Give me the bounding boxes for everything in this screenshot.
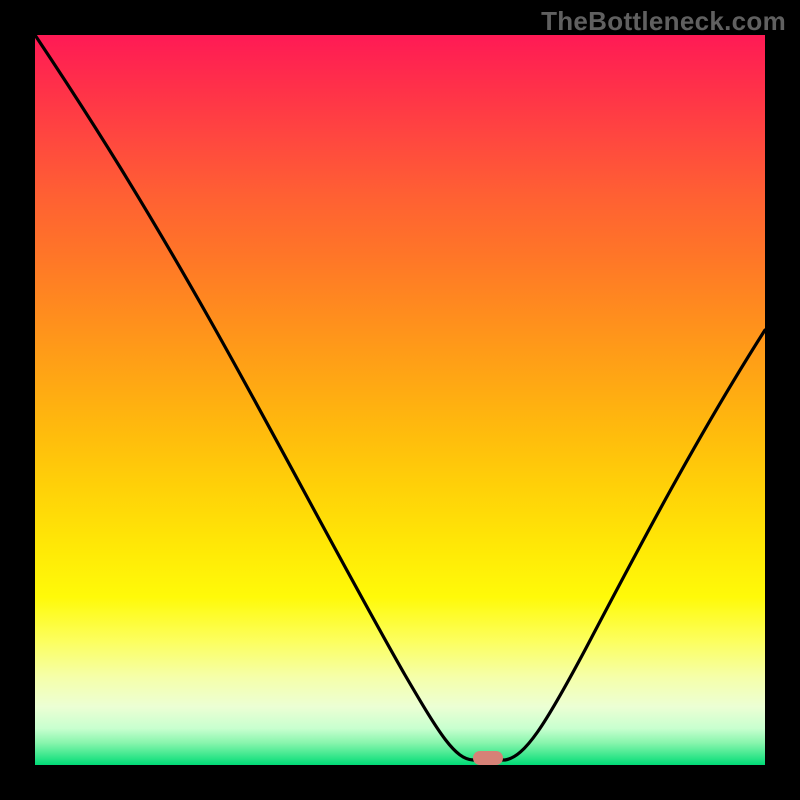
plot-gradient-area <box>35 35 765 765</box>
chart-container: TheBottleneck.com <box>0 0 800 800</box>
optimal-marker <box>473 751 503 765</box>
watermark-text: TheBottleneck.com <box>541 6 786 37</box>
